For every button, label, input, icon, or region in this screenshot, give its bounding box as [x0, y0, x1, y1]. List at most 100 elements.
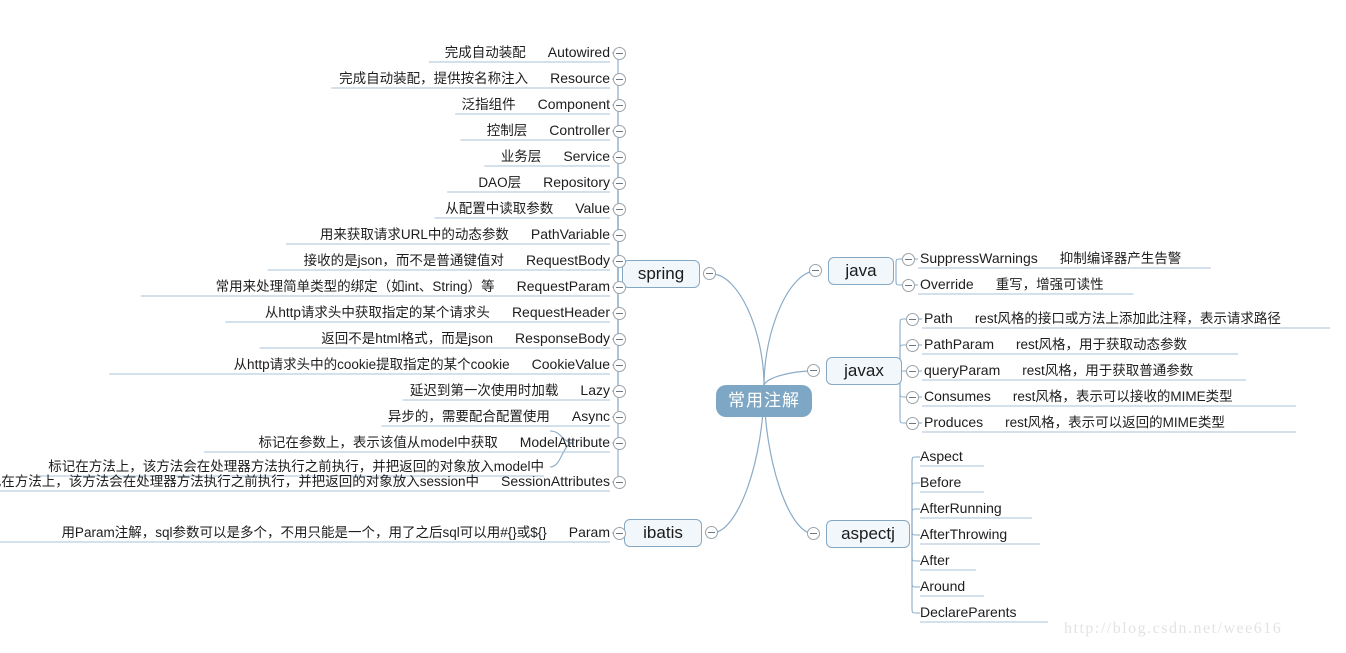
branch-node-javax[interactable]: javax — [826, 357, 902, 385]
collapse-toggle-spring[interactable] — [703, 267, 716, 280]
leaf-row[interactable]: 从http请求头中获取指定的某个请求头 RequestHeader — [265, 304, 610, 321]
leaf-name: PathVariable — [530, 226, 610, 242]
leaf-row[interactable]: 泛指组件 Component — [462, 96, 610, 113]
leaf-row[interactable]: 延迟到第一次使用时加载 Lazy — [410, 382, 610, 399]
branch-node-java[interactable]: java — [828, 257, 894, 285]
leaf-description: 控制层 — [486, 123, 528, 138]
leaf-name: Before — [920, 474, 962, 490]
leaf-row[interactable]: Path rest风格的接口或方法上添加此注释，表示请求路径 — [924, 310, 1281, 327]
branch-label-javax: javax — [844, 361, 884, 380]
collapse-toggle-leaf[interactable] — [906, 417, 919, 430]
leaf-description: 用Param注解，sql参数可以是多个，不用只能是一个，用了之后sql可以用#{… — [61, 525, 547, 540]
leaf-row[interactable]: After — [920, 552, 950, 569]
leaf-name: queryParam — [924, 362, 1001, 378]
leaf-description: DAO层 — [478, 175, 522, 190]
collapse-toggle-leaf[interactable] — [613, 99, 626, 112]
collapse-toggle-leaf[interactable] — [613, 255, 626, 268]
leaf-row[interactable]: 从配置中读取参数 Value — [445, 200, 610, 217]
leaf-row[interactable]: 业务层 Service — [501, 148, 610, 165]
collapse-toggle-leaf[interactable] — [906, 391, 919, 404]
collapse-toggle-leaf[interactable] — [613, 151, 626, 164]
leaf-row[interactable]: Aspect — [920, 448, 963, 465]
collapse-toggle-leaf[interactable] — [902, 279, 915, 292]
collapse-toggle-leaf[interactable] — [613, 411, 626, 424]
leaf-row[interactable]: Produces rest风格，表示可以返回的MIME类型 — [924, 414, 1225, 431]
leaf-description: 从配置中读取参数 — [445, 201, 554, 216]
leaf-row[interactable]: DAO层 Repository — [478, 174, 610, 191]
leaf-description: 标记在方法上，该方法会在处理器方法执行之前执行，并把返回的对象放入model中 — [48, 459, 544, 474]
leaf-row[interactable]: 常用来处理简单类型的绑定（如int、String）等 RequestParam — [216, 278, 610, 295]
collapse-toggle-leaf[interactable] — [902, 253, 915, 266]
collapse-toggle-leaf[interactable] — [613, 385, 626, 398]
leaf-row[interactable]: Around — [920, 578, 965, 595]
leaf-name: SessionAttributes — [501, 473, 610, 489]
watermark: http://blog.csdn.net/wee616 — [1064, 620, 1283, 637]
leaf-description: 重写，增强可读性 — [995, 277, 1104, 292]
collapse-toggle-leaf[interactable] — [613, 47, 626, 60]
collapse-toggle-javax[interactable] — [807, 364, 820, 377]
collapse-toggle-leaf[interactable] — [613, 203, 626, 216]
leaf-name: Component — [537, 96, 610, 112]
leaf-description: 完成自动装配 — [444, 45, 526, 60]
leaf-row[interactable]: 用Param注解，sql参数可以是多个，不用只能是一个，用了之后sql可以用#{… — [61, 524, 610, 541]
leaf-row[interactable]: 标记在参数上，表示该值从model中获取 ModelAttribute — [258, 434, 610, 451]
branch-node-aspectj[interactable]: aspectj — [826, 520, 910, 548]
leaf-row[interactable]: DeclareParents — [920, 604, 1017, 621]
leaf-description: rest风格，用于获取动态参数 — [1016, 337, 1188, 352]
collapse-toggle-leaf[interactable] — [613, 476, 626, 489]
leaf-row[interactable]: Before — [920, 474, 961, 491]
collapse-toggle-leaf[interactable] — [613, 527, 626, 540]
collapse-toggle-leaf[interactable] — [613, 73, 626, 86]
leaf-row[interactable]: queryParam rest风格，用于获取普通参数 — [924, 362, 1193, 379]
leaf-description: 从http请求头中获取指定的某个请求头 — [264, 305, 490, 320]
leaf-name: RequestHeader — [511, 304, 610, 320]
leaf-row[interactable]: 完成自动装配 Autowired — [445, 44, 610, 61]
collapse-toggle-leaf[interactable] — [613, 125, 626, 138]
leaf-name: AfterThrowing — [920, 526, 1008, 542]
branch-node-ibatis[interactable]: ibatis — [624, 519, 702, 547]
leaf-row[interactable]: PathParam rest风格，用于获取动态参数 — [924, 336, 1187, 353]
leaf-name: Service — [563, 148, 610, 164]
center-node[interactable]: 常用注解 — [717, 386, 811, 416]
leaf-row[interactable]: 异步的，需要配合配置使用 Async — [388, 408, 610, 425]
leaf-description: 从http请求头中的cookie提取指定的某个cookie — [233, 357, 510, 372]
leaf-row[interactable]: 标记在方法上，该方法会在处理器方法执行之前执行，并把返回的对象放入session… — [0, 473, 610, 490]
leaf-name: AfterRunning — [920, 500, 1002, 516]
leaf-description: 完成自动装配，提供按名称注入 — [339, 71, 529, 86]
collapse-toggle-leaf[interactable] — [906, 313, 919, 326]
leaf-name: PathParam — [924, 336, 995, 352]
leaf-row[interactable]: AfterThrowing — [920, 526, 1007, 543]
leaf-name: Async — [571, 408, 610, 424]
leaf-name: Produces — [924, 414, 984, 430]
leaf-row[interactable]: 返回不是html格式，而是json ResponseBody — [321, 330, 610, 347]
leaf-row[interactable]: 完成自动装配，提供按名称注入 Resource — [339, 70, 610, 87]
leaf-row[interactable]: 从http请求头中的cookie提取指定的某个cookie CookieValue — [234, 356, 610, 373]
leaf-description: 接收的是json，而不是普通键值对 — [303, 253, 504, 268]
collapse-toggle-leaf[interactable] — [613, 359, 626, 372]
branch-label-spring: spring — [637, 264, 685, 283]
collapse-toggle-leaf[interactable] — [613, 177, 626, 190]
branch-node-spring[interactable]: spring — [622, 260, 700, 288]
leaf-name: SuppressWarnings — [920, 250, 1038, 266]
leaf-name: Path — [924, 310, 953, 326]
collapse-toggle-leaf[interactable] — [613, 229, 626, 242]
collapse-toggle-leaf[interactable] — [906, 339, 919, 352]
leaf-row[interactable]: SuppressWarnings 抑制编译器产生告警 — [920, 250, 1181, 267]
leaf-row[interactable]: Consumes rest风格，表示可以接收的MIME类型 — [924, 388, 1233, 405]
leaf-name: RequestParam — [516, 278, 610, 294]
collapse-toggle-leaf[interactable] — [613, 307, 626, 320]
leaf-row[interactable]: 控制层 Controller — [487, 122, 610, 139]
collapse-toggle-leaf[interactable] — [613, 437, 626, 450]
leaf-description-secondary[interactable]: 标记在方法上，该方法会在处理器方法执行之前执行，并把返回的对象放入model中 — [48, 458, 544, 475]
leaf-row[interactable]: AfterRunning — [920, 500, 1002, 517]
collapse-toggle-leaf[interactable] — [613, 281, 626, 294]
leaf-row[interactable]: 接收的是json，而不是普通键值对 RequestBody — [304, 252, 610, 269]
collapse-toggle-leaf[interactable] — [613, 333, 626, 346]
branch-label-aspectj: aspectj — [841, 524, 895, 543]
collapse-toggle-aspectj[interactable] — [807, 527, 820, 540]
leaf-row[interactable]: Override 重写，增强可读性 — [920, 276, 1104, 293]
collapse-toggle-leaf[interactable] — [906, 365, 919, 378]
collapse-toggle-java[interactable] — [809, 264, 822, 277]
leaf-row[interactable]: 用来获取请求URL中的动态参数 PathVariable — [320, 226, 610, 243]
collapse-toggle-ibatis[interactable] — [705, 526, 718, 539]
